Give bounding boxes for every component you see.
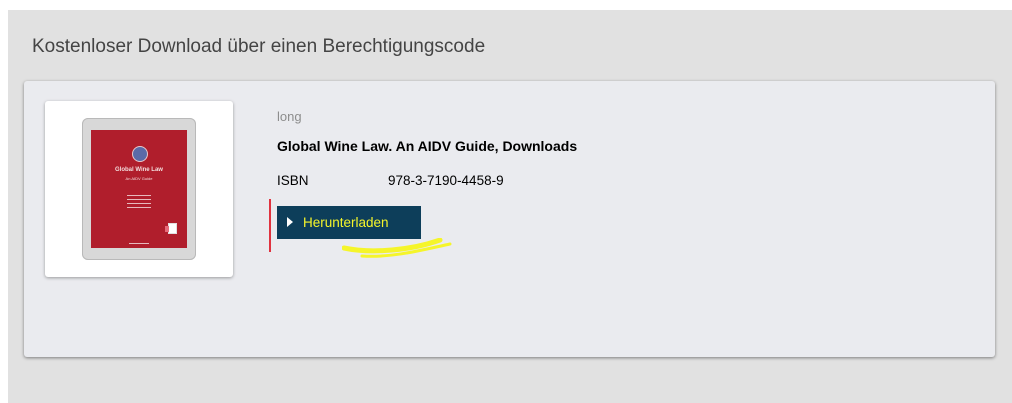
cover-emblem-icon <box>132 146 148 162</box>
isbn-value: 978-3-7190-4458-9 <box>388 173 504 188</box>
highlight-underline <box>342 238 452 258</box>
book-cover-image: Global Wine Law An AIDV Guide <box>91 130 187 248</box>
annotation-marker-line <box>269 199 271 252</box>
play-triangle-icon <box>287 217 293 227</box>
cover-document-icon <box>165 223 177 234</box>
product-card: Global Wine Law An AIDV Guide long Globa… <box>24 81 995 357</box>
tablet-frame-image: Global Wine Law An AIDV Guide <box>82 118 196 260</box>
cover-title: Global Wine Law <box>115 167 163 173</box>
product-thumbnail: Global Wine Law An AIDV Guide <box>45 101 233 277</box>
download-button-label: Herunterladen <box>303 215 389 230</box>
product-title: Global Wine Law. An AIDV Guide, Download… <box>277 138 578 154</box>
cover-subtitle: An AIDV Guide <box>125 176 153 181</box>
download-panel: Kostenloser Download über einen Berechti… <box>8 10 1012 403</box>
panel-title: Kostenloser Download über einen Berechti… <box>32 36 486 57</box>
cover-text-lines <box>127 195 151 211</box>
product-type-label: long <box>277 109 302 124</box>
cover-publisher-line <box>129 243 149 244</box>
download-button[interactable]: Herunterladen <box>277 206 421 239</box>
isbn-label: ISBN <box>277 173 309 188</box>
